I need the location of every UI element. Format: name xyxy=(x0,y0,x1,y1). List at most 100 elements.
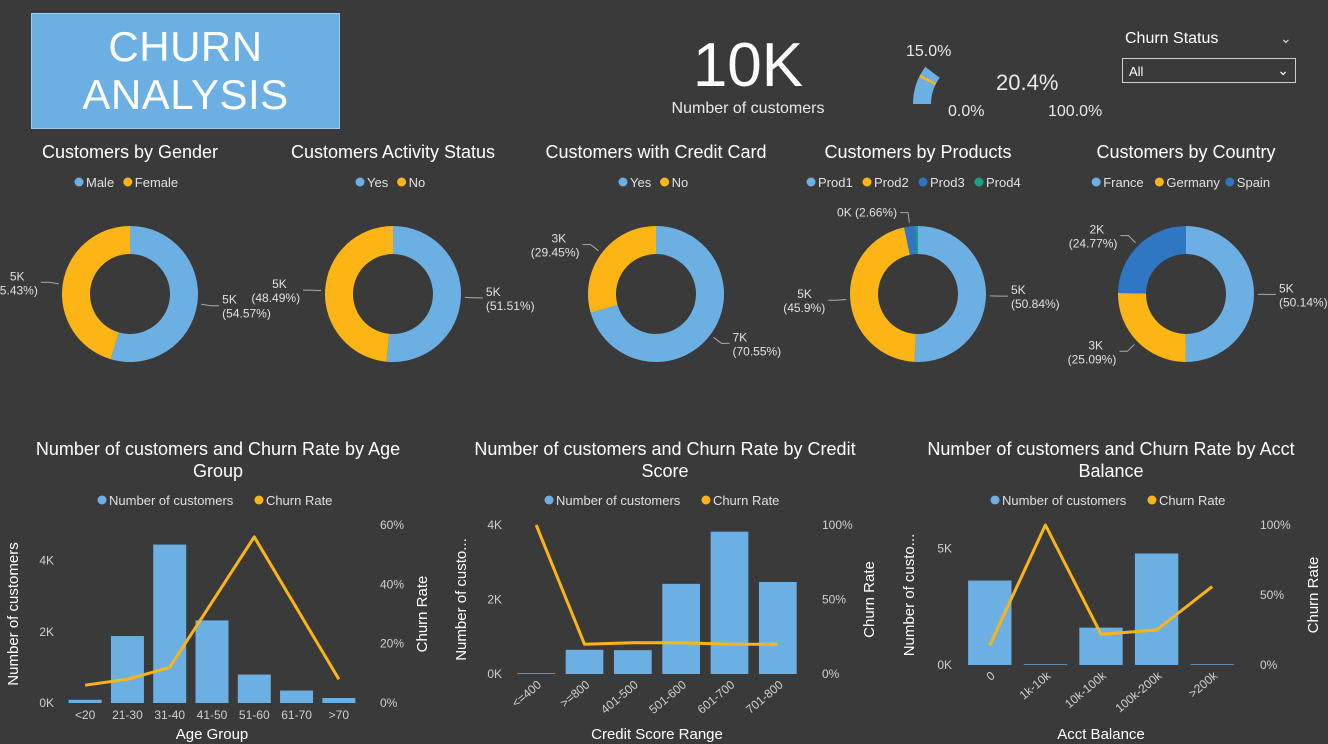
donut-slice-prod1 xyxy=(914,226,987,362)
donut-slice-yes xyxy=(386,226,461,362)
data-label-percent: (48.49%) xyxy=(251,291,300,305)
bar-601-700 xyxy=(710,531,749,674)
slicer-collapse-chevron-icon[interactable]: ⌄ xyxy=(1280,30,1292,47)
legend-marker xyxy=(74,177,84,187)
legend-marker xyxy=(918,177,928,187)
x-tick-label: >70 xyxy=(329,708,350,722)
y-tick-label: 0K xyxy=(487,667,502,681)
legend-marker xyxy=(990,495,1000,505)
data-label-percent: (70.55%) xyxy=(732,344,781,358)
legend-label: Number of customers xyxy=(556,493,681,508)
y-axis-title: Number of customers xyxy=(5,542,22,685)
data-label-value: 5K xyxy=(1011,283,1026,297)
donut-legend: Prod1 Prod2 Prod3 Prod4 xyxy=(806,175,1021,190)
legend-label: Number of customers xyxy=(109,493,234,508)
x-tick-label: 601-700 xyxy=(695,677,738,716)
donut-legend: Yes No xyxy=(355,175,425,190)
y2-tick-label: 60% xyxy=(380,518,404,532)
kpi-total-customers-label: Number of customers xyxy=(671,100,825,117)
data-label-value: 5K xyxy=(272,277,287,291)
data-label-value: 5K xyxy=(486,285,501,299)
y2-tick-label: 0% xyxy=(380,696,398,710)
y2-tick-label: 100% xyxy=(1260,518,1291,532)
churn-rate-line xyxy=(988,523,1214,647)
legend-marker xyxy=(862,177,872,187)
x-axis-title: Credit Score Range xyxy=(591,726,723,743)
donut-slice-no xyxy=(588,226,656,313)
bar-<20 xyxy=(68,699,102,703)
churn-rate-line xyxy=(84,535,341,687)
legend-label: Prod4 xyxy=(986,175,1021,190)
y-tick-label: 4K xyxy=(39,554,54,568)
donut-slice-yes xyxy=(590,226,724,363)
data-label-leader xyxy=(713,336,730,344)
bar-51-60 xyxy=(237,674,271,703)
bar-1k-10k xyxy=(1023,664,1068,665)
bar-701-800 xyxy=(758,581,797,674)
data-label-percent: (45.43%) xyxy=(0,283,38,297)
legend-label: Spain xyxy=(1237,175,1270,190)
combo-chart-2: Number of customers and Churn Rate by Cr… xyxy=(453,439,878,743)
data-label-percent: (50.14%) xyxy=(1279,295,1328,309)
donut-slice-prod4 xyxy=(915,226,918,255)
y2-tick-label: 20% xyxy=(380,637,404,651)
legend-label: Female xyxy=(135,175,178,190)
data-label-value: 7K xyxy=(732,330,747,344)
data-label-percent: (54.57%) xyxy=(222,307,271,321)
combo-chart-3: Number of customers and Churn Rate by Ac… xyxy=(901,439,1322,743)
combo-title-line: Number of customers and Churn Rate by Cr… xyxy=(474,439,855,459)
bar-31-40 xyxy=(153,544,187,703)
legend-marker xyxy=(355,177,365,187)
y-tick-label: 0K xyxy=(39,696,54,710)
data-label-leader xyxy=(582,244,599,252)
y-axis-title: Number of custo... xyxy=(901,534,918,657)
x-tick-label: 61-70 xyxy=(281,708,312,722)
legend-label: Churn Rate xyxy=(266,493,332,508)
x-tick-label: 501-600 xyxy=(646,677,689,716)
combo-title-line: Group xyxy=(193,461,243,481)
combo-legend: Number of customers Churn Rate xyxy=(97,493,332,508)
data-label-percent: (24.77%) xyxy=(1069,237,1118,251)
legend-marker xyxy=(1091,177,1101,187)
donut-slice-male xyxy=(110,226,198,362)
x-tick-label: >=800 xyxy=(557,677,592,710)
donut-slice-prod3 xyxy=(904,226,917,255)
legend-label: No xyxy=(672,175,689,190)
donut-chart-1: Customers by GenderMale Female5K(54.57%)5… xyxy=(0,142,271,362)
x-tick-label: 0 xyxy=(984,668,998,683)
bar-61-70 xyxy=(280,690,314,703)
combo-title-line: Score xyxy=(641,461,688,481)
churn-status-dropdown[interactable]: All ⌄ xyxy=(1122,58,1296,83)
combo-chart-1: Number of customers and Churn Rate by Ag… xyxy=(5,439,431,743)
x-tick-label: 21-30 xyxy=(112,708,143,722)
legend-marker xyxy=(618,177,628,187)
y2-axis-title: Churn Rate xyxy=(861,561,878,638)
data-label-percent: (50.84%) xyxy=(1011,297,1060,311)
legend-label: Yes xyxy=(630,175,652,190)
legend-label: Prod1 xyxy=(818,175,853,190)
legend-marker xyxy=(1154,177,1164,187)
data-label-leader xyxy=(201,303,220,307)
data-label-percent: (29.45%) xyxy=(531,246,580,260)
bar-401-500 xyxy=(613,650,652,674)
donut-slice-female xyxy=(61,226,130,360)
bar->70 xyxy=(322,698,356,703)
donut-chart-4: Customers by Products Prod1 Prod2 Prod3 Prod… xyxy=(783,142,1060,362)
dashboard-title: CHURN ANALYSIS xyxy=(31,13,340,129)
y2-tick-label: 0% xyxy=(1260,658,1278,672)
legend-marker xyxy=(1147,495,1157,505)
legend-label: France xyxy=(1103,175,1143,190)
y-tick-label: 2K xyxy=(487,593,502,607)
churn-status-selected: All xyxy=(1129,64,1144,79)
data-label-value: 3K xyxy=(1088,338,1103,352)
x-tick-label: <20 xyxy=(75,708,96,722)
y2-tick-label: 100% xyxy=(822,518,853,532)
x-tick-label: 51-60 xyxy=(239,708,270,722)
y2-tick-label: 50% xyxy=(1260,588,1284,602)
y2-axis-title: Churn Rate xyxy=(1305,557,1322,634)
x-tick-label: 31-40 xyxy=(154,708,185,722)
donut-title: Customers with Credit Card xyxy=(545,142,766,162)
bar-41-50 xyxy=(195,620,229,703)
donut-title: Customers by Products xyxy=(824,142,1011,162)
data-label-value: 3K xyxy=(552,232,567,246)
